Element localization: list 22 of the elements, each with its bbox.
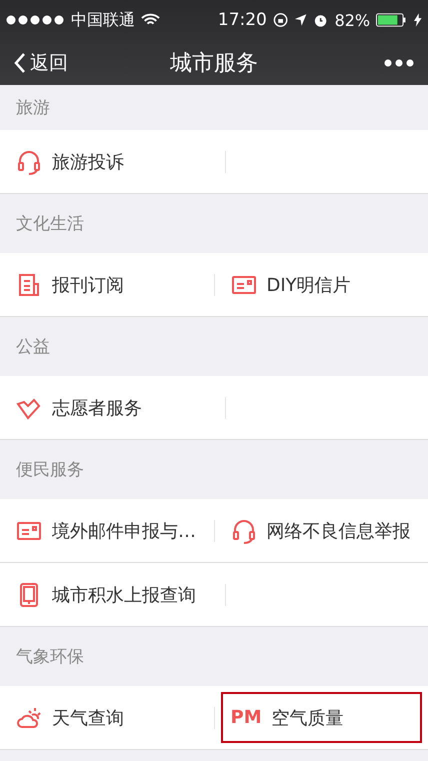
clock-time: 17:20 — [218, 10, 267, 30]
section-header: 气象环保 — [15, 646, 85, 669]
back-button[interactable]: 返回 — [14, 50, 68, 76]
rotation-lock-icon — [272, 12, 288, 28]
signal-icon — [6, 15, 65, 25]
carrier-name: 中国联通 — [70, 10, 135, 30]
newspaper-icon — [16, 272, 42, 298]
back-chevron-icon — [14, 52, 26, 74]
more-icon[interactable] — [384, 58, 414, 66]
section-header: 旅游 — [15, 97, 51, 120]
section-header: 公益 — [15, 336, 51, 359]
pm-label: PM — [230, 707, 262, 728]
battery-percent: 82% — [334, 10, 370, 30]
headset-icon — [230, 518, 256, 544]
headset-icon — [16, 148, 42, 174]
wifi-icon — [140, 13, 160, 27]
location-arrow-icon — [294, 13, 308, 27]
page-title: 城市服务 — [170, 50, 258, 78]
section-header: 便民服务 — [15, 459, 85, 482]
charging-bolt-icon — [414, 13, 422, 27]
section-header: 文化生活 — [15, 213, 85, 236]
battery-icon — [376, 13, 408, 27]
